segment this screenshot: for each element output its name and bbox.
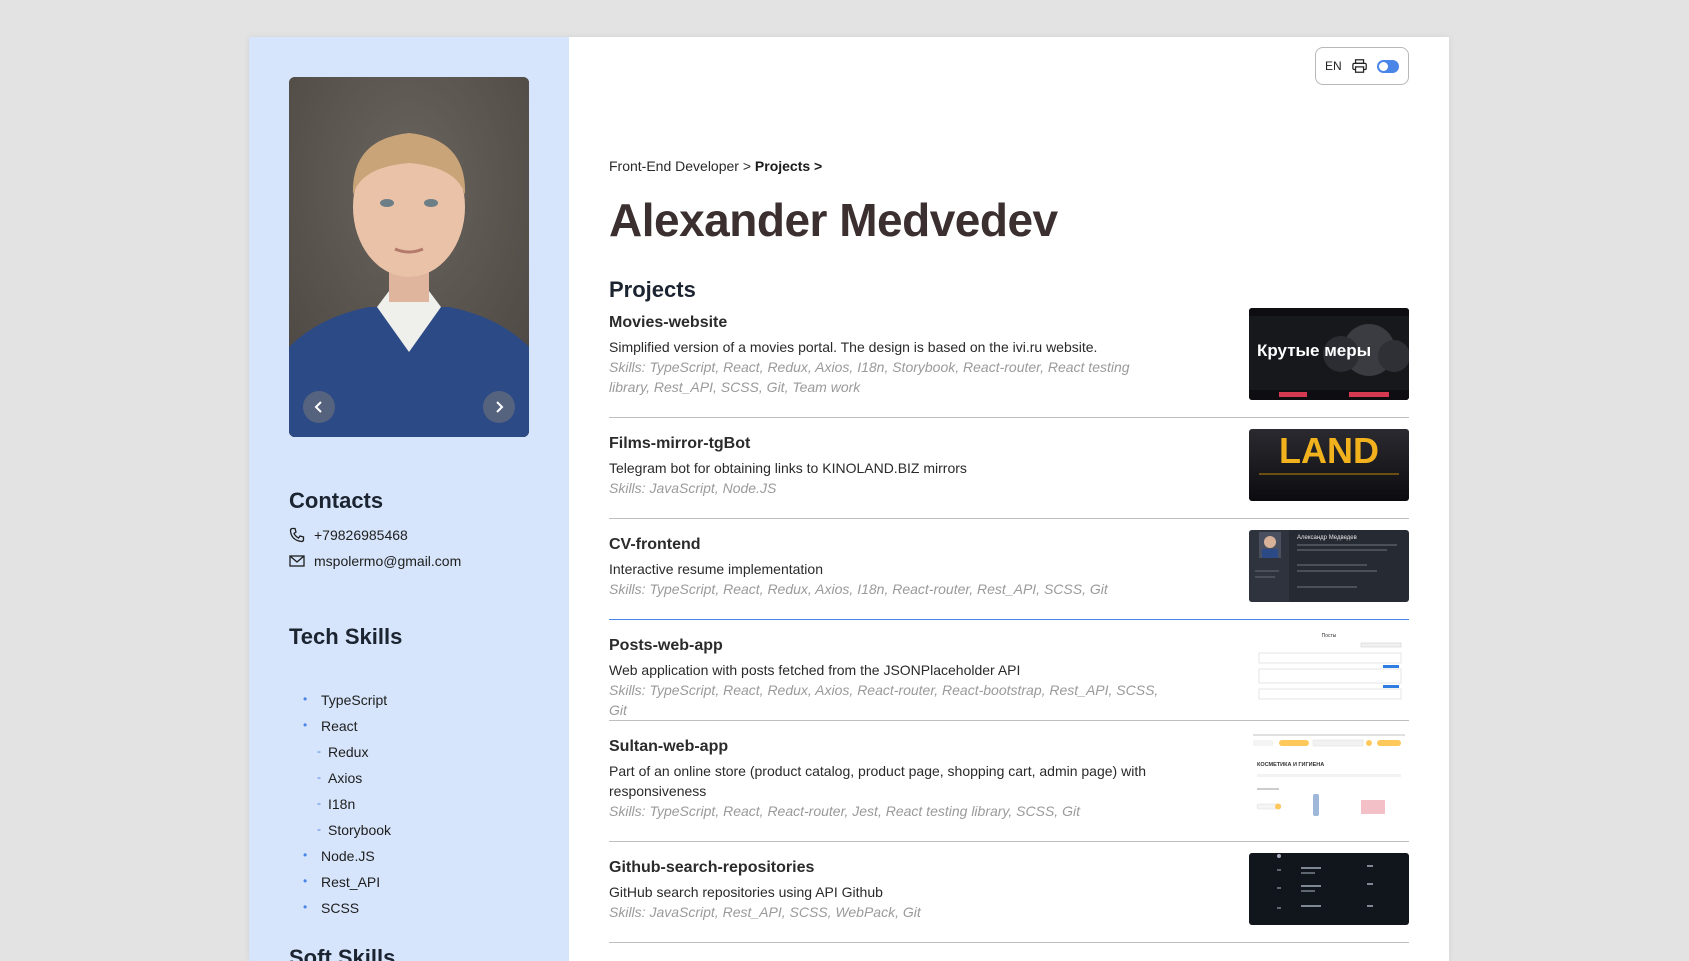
- project-skills: Skills: JavaScript, Node.JS: [609, 480, 777, 496]
- project-skills: Skills: TypeScript, React, Redux, Axios,…: [609, 359, 1130, 395]
- breadcrumb-root[interactable]: Front-End Developer >: [609, 158, 751, 174]
- project-title[interactable]: Sultan-web-app: [609, 738, 728, 756]
- project-item: Films-mirror-tgBot Telegram bot for obta…: [609, 429, 1409, 519]
- sidebar: Contacts +79826985468 mspolermo@gmail.co…: [249, 37, 569, 961]
- thumbnail-image: КОСМЕТИКА И ГИГИЕНА: [1249, 732, 1409, 828]
- project-item: Movies-website Simplified version of a m…: [609, 308, 1409, 418]
- project-item: CV-frontend Interactive resume implement…: [609, 530, 1409, 620]
- thumbnail-caption: Александр Медведев: [1297, 535, 1357, 541]
- project-title[interactable]: CV-frontend: [609, 536, 701, 554]
- photo-next-button[interactable]: [483, 391, 515, 423]
- contact-email[interactable]: mspolermo@gmail.com: [289, 553, 461, 569]
- project-skills: Skills: TypeScript, React, Redux, Axios,…: [609, 581, 1108, 597]
- project-title[interactable]: Posts-web-app: [609, 637, 723, 655]
- thumbnail-image: [1249, 853, 1409, 925]
- contact-phone[interactable]: +79826985468: [289, 527, 408, 543]
- contacts-heading: Contacts: [289, 488, 384, 513]
- project-item: Posts-web-app Web application with posts…: [609, 631, 1409, 721]
- skill-subitem: - Storybook: [317, 822, 392, 838]
- project-description: GitHub search repositories using API Git…: [609, 884, 883, 900]
- person-name: Alexander Medvedev: [609, 194, 1058, 246]
- thumbnail-image: LAND: [1249, 429, 1409, 501]
- soft-skills-heading: Soft Skills: [289, 945, 396, 961]
- chevron-left-icon: [314, 401, 322, 413]
- thumbnail-caption: КОСМЕТИКА И ГИГИЕНА: [1257, 762, 1324, 768]
- skill-subitem: - Redux: [317, 744, 369, 760]
- thumbnail-image: Крутые меры: [1249, 308, 1409, 400]
- project-title[interactable]: Films-mirror-tgBot: [609, 435, 750, 453]
- thumbnail-image: Посты: [1249, 631, 1409, 705]
- project-description: Simplified version of a movies portal. T…: [609, 339, 1098, 355]
- chevron-right-icon: [496, 401, 504, 413]
- project-thumbnail[interactable]: Крутые меры: [1249, 308, 1409, 400]
- skill-subitem: - I18n: [317, 796, 356, 812]
- thumbnail-caption: Посты: [1322, 633, 1337, 639]
- project-description: Web application with posts fetched from …: [609, 662, 1021, 678]
- skill-item: • TypeScript: [303, 692, 388, 708]
- project-description: Part of an online store (product catalog…: [609, 763, 1146, 799]
- theme-toggle[interactable]: [1376, 59, 1399, 73]
- project-thumbnail[interactable]: Посты: [1249, 631, 1409, 705]
- thumbnail-caption: LAND: [1279, 430, 1379, 471]
- skill-item: • React: [303, 718, 358, 734]
- breadcrumb: Front-End Developer > Projects >: [609, 158, 822, 174]
- mail-icon: [289, 555, 305, 567]
- project-thumbnail[interactable]: LAND: [1249, 429, 1409, 501]
- tech-skills-heading: Tech Skills: [289, 624, 403, 649]
- project-item: Github-search-repositories GitHub search…: [609, 853, 1409, 943]
- project-thumbnail[interactable]: КОСМЕТИКА И ГИГИЕНА: [1249, 732, 1409, 828]
- printer-icon[interactable]: [1351, 58, 1367, 74]
- project-skills: Skills: TypeScript, React, React-router,…: [609, 803, 1080, 819]
- resume-page: Contacts +79826985468 mspolermo@gmail.co…: [249, 37, 1449, 961]
- profile-photo-carousel: [289, 77, 529, 437]
- email-address: mspolermo@gmail.com: [314, 553, 462, 569]
- profile-photo: [289, 77, 529, 437]
- thumbnail-caption: Крутые меры: [1257, 341, 1371, 360]
- project-thumbnail[interactable]: Александр Медведев: [1249, 530, 1409, 602]
- projects-heading: Projects: [609, 277, 696, 302]
- language-switch[interactable]: EN: [1325, 59, 1342, 73]
- project-skills: Skills: TypeScript, React, Redux, Axios,…: [609, 682, 1159, 718]
- main-content: EN Front-End Developer > Projects > Alex…: [569, 37, 1449, 961]
- toolbar: EN: [1315, 47, 1409, 85]
- project-item: Sultan-web-app Part of an online store (…: [609, 732, 1409, 842]
- photo-prev-button[interactable]: [303, 391, 335, 423]
- phone-number: +79826985468: [314, 527, 408, 543]
- project-thumbnail[interactable]: [1249, 853, 1409, 925]
- project-title[interactable]: Github-search-repositories: [609, 859, 814, 877]
- skill-item: • Node.JS: [303, 848, 375, 864]
- breadcrumb-current: Projects >: [754, 158, 823, 174]
- thumbnail-image: Александр Медведев: [1249, 530, 1409, 602]
- phone-icon: [289, 527, 305, 543]
- project-description: Telegram bot for obtaining links to KINO…: [609, 460, 967, 476]
- skill-subitem: - Axios: [317, 770, 363, 786]
- project-title[interactable]: Movies-website: [609, 314, 727, 332]
- skill-item: • Rest_API: [303, 874, 381, 890]
- project-description: Interactive resume implementation: [609, 561, 823, 577]
- project-skills: Skills: JavaScript, Rest_API, SCSS, WebP…: [609, 904, 921, 920]
- skill-item: • SCSS: [303, 900, 360, 916]
